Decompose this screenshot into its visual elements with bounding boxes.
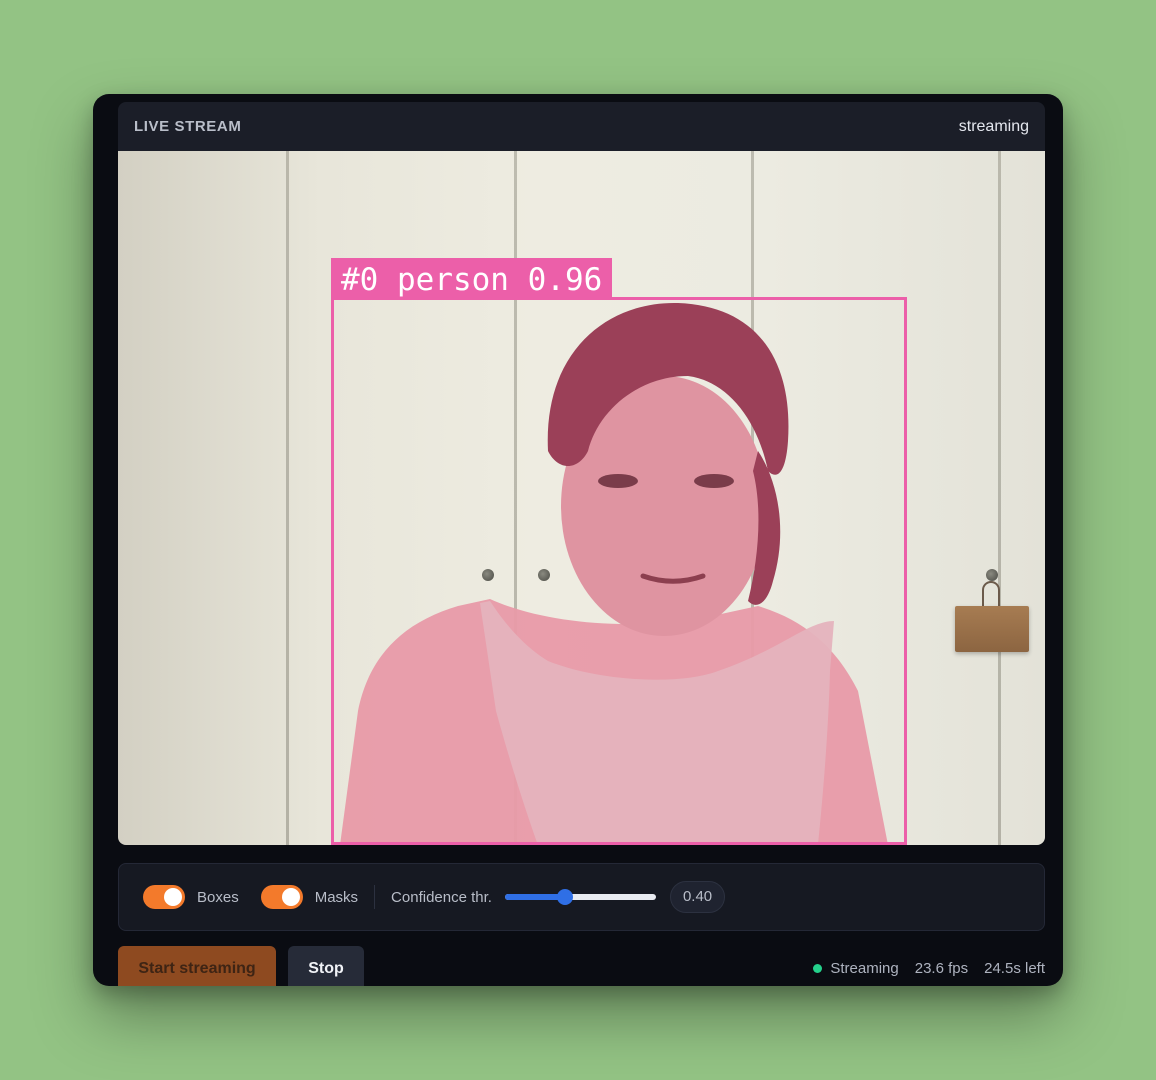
status-fps: 23.6 fps: [914, 960, 969, 977]
stream-card: LIVE STREAM streaming #0 person 0.96: [118, 102, 1045, 845]
action-row: Start streaming Stop Streaming 23.6 fps …: [118, 946, 1045, 986]
status-state: Streaming: [830, 960, 899, 977]
confidence-label: Confidence thr.: [391, 888, 492, 906]
status-line: Streaming 23.6 fps 24.5s left: [813, 960, 1045, 977]
stream-status: streaming: [958, 117, 1029, 135]
confidence-value: 0.40: [669, 881, 726, 913]
stop-button[interactable]: Stop: [288, 946, 364, 986]
status-dot-icon: [813, 964, 823, 973]
toggle-knob: [164, 888, 182, 906]
masks-toggle[interactable]: [260, 885, 303, 909]
slider-fill: [504, 894, 566, 900]
video-feed: #0 person 0.96: [118, 151, 1045, 845]
detection-label: #0 person 0.96: [331, 258, 613, 300]
boxes-toggle[interactable]: [143, 885, 185, 909]
app-window: LIVE STREAM streaming #0 person 0.96 Box…: [93, 94, 1063, 986]
slider-thumb[interactable]: [557, 889, 574, 905]
confidence-slider[interactable]: [504, 889, 656, 905]
stream-title: LIVE STREAM: [134, 118, 242, 135]
controls-divider: [374, 885, 376, 909]
controls-bar: Boxes Masks Confidence thr. 0.40: [118, 863, 1045, 931]
boxes-label: Boxes: [197, 888, 239, 906]
detection-bounding-box: [331, 297, 907, 845]
start-streaming-button[interactable]: Start streaming: [118, 946, 276, 986]
stream-header: LIVE STREAM streaming: [118, 102, 1045, 151]
masks-label: Masks: [314, 888, 359, 906]
status-time-left: 24.5s left: [984, 960, 1045, 977]
toggle-knob: [281, 888, 300, 906]
